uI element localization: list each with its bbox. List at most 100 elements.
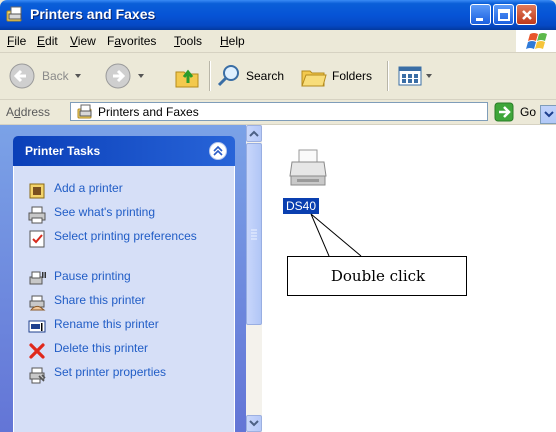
add-printer-icon (29, 183, 45, 199)
views-icon (398, 66, 422, 86)
menu-edit[interactable]: Edit (37, 34, 58, 48)
address-bar: Address Printers and Faxes Go (0, 100, 556, 125)
task-pause-printing[interactable]: Pause printing (28, 270, 131, 288)
back-button[interactable]: Back (8, 53, 81, 99)
window-title: Printers and Faxes (30, 6, 156, 22)
callout-box: Double click (287, 256, 467, 296)
task-share-printer[interactable]: Share this printer (28, 294, 145, 312)
forward-dropdown-icon[interactable] (138, 74, 144, 78)
task-delete-printer[interactable]: Delete this printer (28, 342, 148, 360)
menu-help-accel: H (220, 34, 229, 48)
menu-help[interactable]: Help (220, 34, 245, 48)
printer-tasks-header[interactable]: Printer Tasks (13, 136, 235, 166)
toolbar-separator (209, 61, 211, 91)
maximize-button[interactable] (493, 4, 514, 25)
task-label: Pause printing (54, 269, 131, 283)
scroll-thumb[interactable] (246, 143, 262, 325)
task-select-printing-preferences[interactable]: Select printing preferences (28, 230, 204, 248)
printer-tasks-panel: Printer Tasks Add a printer See what's p… (13, 136, 235, 432)
folders-button[interactable]: Folders (300, 53, 372, 99)
menu-view-label: iew (77, 34, 96, 48)
vertical-scrollbar[interactable] (246, 125, 262, 432)
printer-tasks-title: Printer Tasks (25, 144, 101, 158)
back-label: Back (42, 69, 69, 83)
search-label: Search (246, 69, 285, 83)
maximize-icon (498, 9, 510, 21)
address-dropdown-button[interactable] (540, 105, 556, 124)
up-folder-button[interactable] (174, 53, 200, 99)
task-label: Add a printer (54, 181, 123, 195)
callout-text: Double click (330, 267, 426, 285)
chevron-up-icon (249, 130, 259, 137)
search-button[interactable]: Search (216, 53, 284, 99)
menu-edit-label: dit (45, 34, 58, 48)
menu-file[interactable]: File (7, 34, 26, 48)
task-rename-printer[interactable]: Rename this printer (28, 318, 159, 336)
rename-icon (28, 320, 46, 333)
views-dropdown-icon[interactable] (426, 74, 432, 78)
printers-folder-icon (6, 6, 22, 22)
go-button[interactable]: Go (494, 102, 536, 122)
collapse-button[interactable] (209, 142, 227, 160)
address-label-pre: A (6, 105, 15, 119)
toolbar: Back Search Folders (0, 53, 556, 100)
grip-icon (251, 229, 257, 240)
pause-printer-icon (29, 271, 46, 285)
address-input[interactable]: Printers and Faxes (70, 102, 556, 124)
title-bar[interactable]: Printers and Faxes (0, 0, 556, 30)
folders-label: Folders (332, 69, 373, 83)
task-label: See what's printing (54, 205, 156, 219)
minimize-button[interactable] (470, 4, 491, 25)
preferences-icon (29, 230, 45, 248)
up-folder-icon (175, 69, 199, 88)
delete-icon (29, 343, 45, 359)
task-see-whats-printing[interactable]: See what's printing (28, 206, 155, 224)
menu-edit-accel: E (37, 34, 46, 48)
toolbar-separator (387, 61, 389, 91)
back-arrow-icon (9, 63, 35, 89)
scroll-up-button[interactable] (246, 125, 262, 142)
menu-view[interactable]: View (70, 34, 96, 48)
address-label-rest: dress (20, 105, 51, 119)
back-dropdown-icon[interactable] (74, 74, 81, 78)
share-printer-icon (29, 295, 46, 311)
chevron-down-icon (249, 420, 259, 427)
printer-list-view: DS40 Double click (262, 125, 556, 432)
scroll-down-button[interactable] (246, 415, 262, 432)
printer-tasks-list: Add a printer See what's printing Select… (13, 166, 235, 432)
task-label: Set printer properties (54, 365, 167, 379)
address-label-accel: d (14, 105, 21, 119)
explorer-window: Printers and Faxes File Edit View Favori… (0, 0, 556, 432)
menu-favorites-label: vorites (121, 34, 157, 48)
go-label: Go (520, 105, 537, 119)
task-label: Select printing preferences (54, 229, 197, 243)
minimize-icon (476, 18, 483, 21)
menu-help-label: elp (228, 34, 245, 48)
menu-view-accel: V (70, 34, 78, 48)
menu-tools[interactable]: Tools (174, 34, 202, 48)
address-label: Address (6, 105, 50, 119)
views-button[interactable] (397, 53, 432, 99)
task-label: Delete this printer (54, 341, 149, 355)
windows-flag-icon (526, 33, 547, 49)
menu-tools-label: ools (180, 34, 203, 48)
task-set-printer-properties[interactable]: Set printer properties (28, 366, 166, 384)
search-icon (217, 65, 239, 87)
chevron-down-icon (544, 111, 554, 118)
close-button[interactable] (516, 4, 537, 25)
task-add-printer[interactable]: Add a printer (28, 182, 123, 200)
menu-bar: File Edit View Favorites Tools Help (0, 30, 556, 53)
address-value: Printers and Faxes (98, 105, 199, 119)
chevron-double-up-icon (213, 145, 223, 156)
menu-file-label: ile (14, 34, 27, 48)
windows-logo (516, 30, 556, 52)
menu-favorites[interactable]: Favorites (107, 34, 156, 48)
forward-button[interactable] (104, 53, 144, 99)
print-queue-icon (28, 206, 46, 224)
go-arrow-icon (494, 102, 514, 122)
forward-arrow-icon (105, 63, 131, 89)
task-label: Rename this printer (54, 317, 159, 331)
printers-folder-icon (77, 104, 92, 119)
close-icon (522, 10, 532, 20)
properties-icon (29, 367, 46, 384)
